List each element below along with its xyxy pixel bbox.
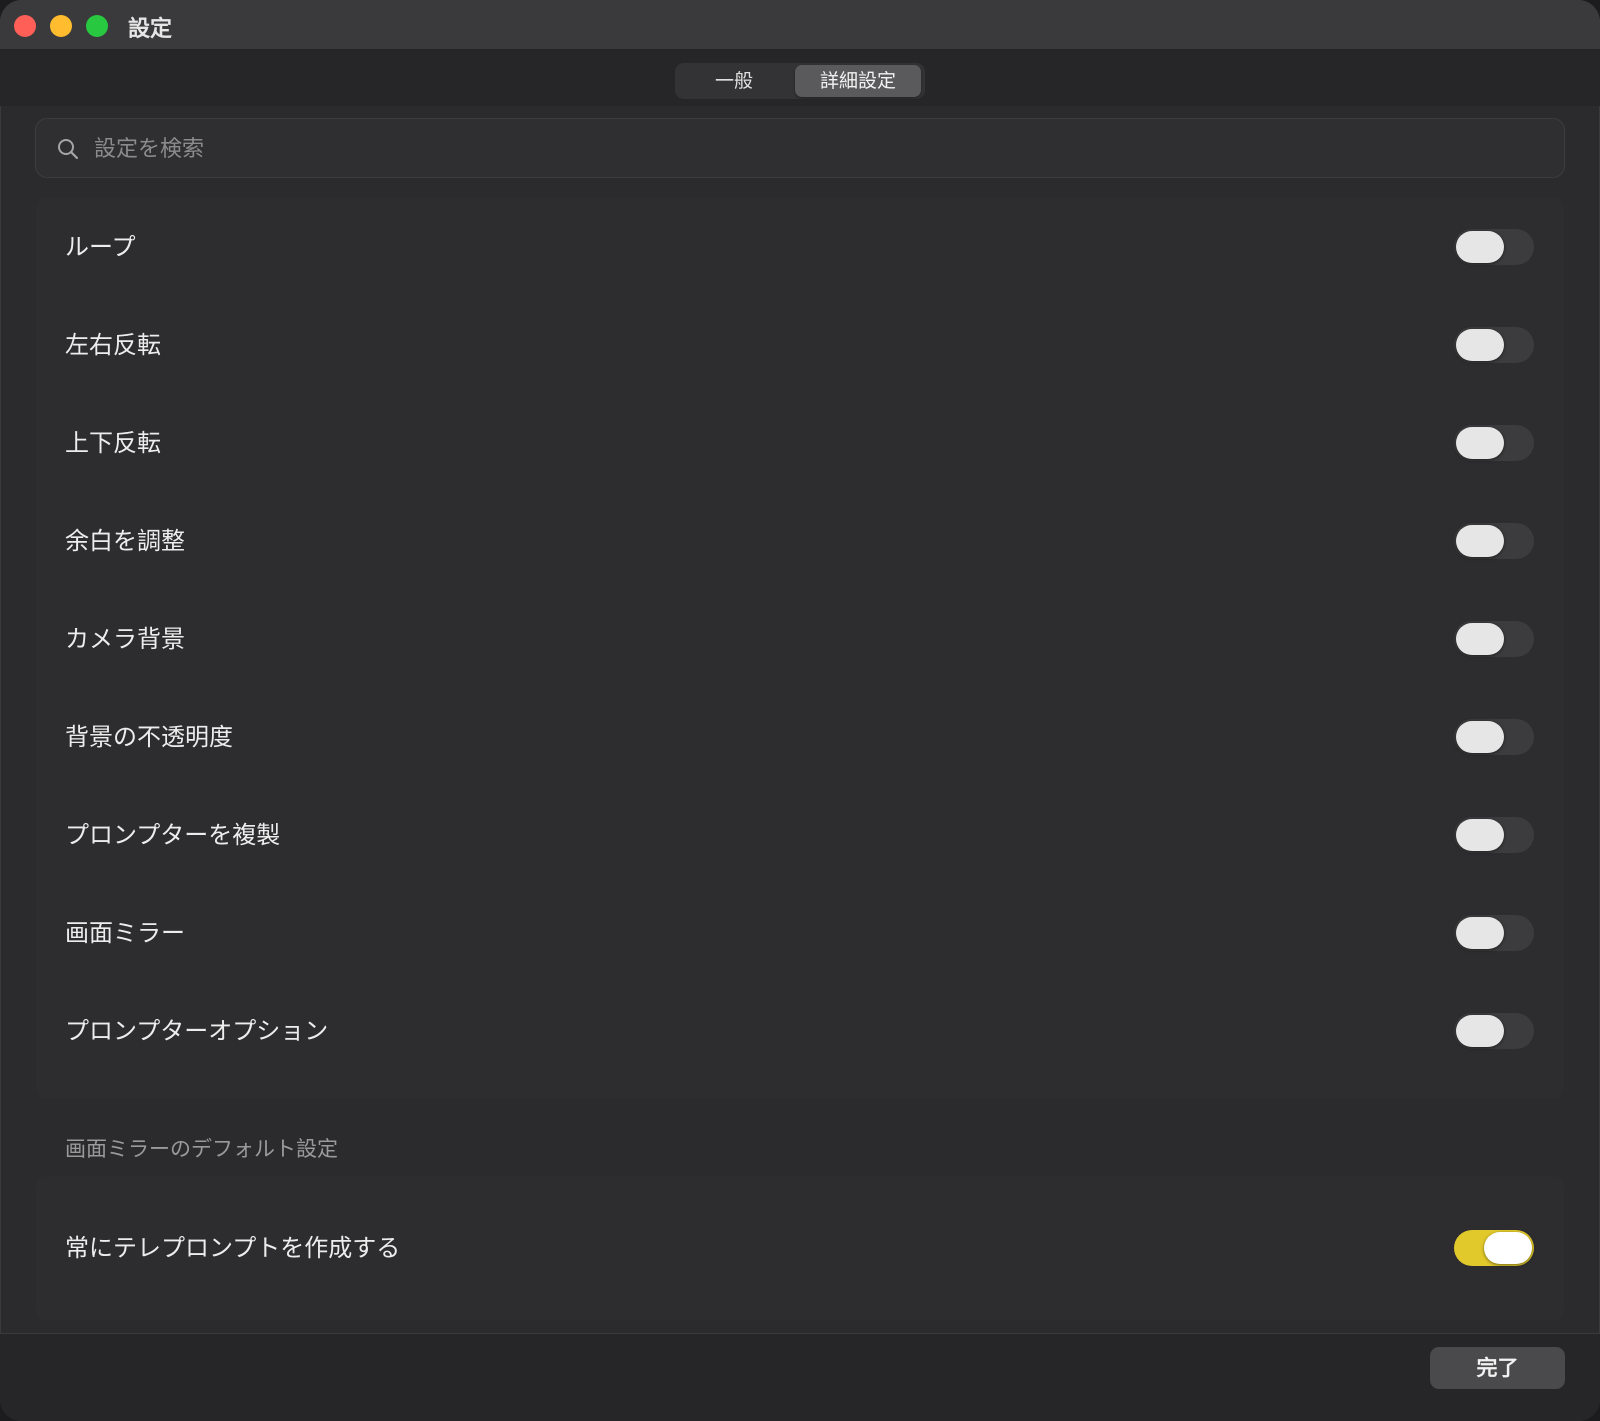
section-header-mirror-defaults: 画面ミラーのデフォルト設定	[65, 1137, 338, 1161]
toggle-knob	[1456, 721, 1504, 753]
setting-row-screen-mirror: 画面ミラー	[36, 884, 1564, 982]
screen-mirror-toggle[interactable]	[1454, 915, 1534, 951]
setting-label: カメラ背景	[65, 625, 185, 653]
search-input[interactable]	[92, 127, 1536, 171]
toggle-knob	[1484, 1232, 1532, 1264]
setting-label: 左右反転	[65, 331, 161, 359]
title-bar: 設定	[0, 0, 1600, 50]
setting-row-always-create-teleprompt: 常にテレプロンプトを作成する	[36, 1199, 1564, 1297]
prompter-options-toggle[interactable]	[1454, 1013, 1534, 1049]
setting-label: 常にテレプロンプトを作成する	[65, 1234, 401, 1262]
setting-row-flip-horizontal: 左右反転	[36, 296, 1564, 394]
flip-horizontal-toggle[interactable]	[1454, 327, 1534, 363]
close-window-button[interactable]	[14, 15, 36, 37]
adjust-margins-toggle[interactable]	[1454, 523, 1534, 559]
setting-label: 背景の不透明度	[65, 723, 233, 751]
minimize-window-button[interactable]	[50, 15, 72, 37]
setting-label: ループ	[65, 233, 136, 261]
flip-vertical-toggle[interactable]	[1454, 425, 1534, 461]
search-field[interactable]	[35, 118, 1565, 178]
setting-row-duplicate-prompter: プロンプターを複製	[36, 786, 1564, 884]
setting-label: 画面ミラー	[65, 919, 185, 947]
toggle-knob	[1456, 819, 1504, 851]
toggle-knob	[1456, 623, 1504, 655]
setting-label: プロンプターを複製	[65, 821, 281, 849]
done-button[interactable]: 完了	[1430, 1347, 1565, 1389]
tab-advanced[interactable]: 詳細設定	[795, 65, 921, 97]
setting-label: プロンプターオプション	[65, 1017, 329, 1045]
setting-label: 上下反転	[65, 429, 161, 457]
setting-row-loop: ループ	[36, 198, 1564, 296]
setting-row-background-opacity: 背景の不透明度	[36, 688, 1564, 786]
mirror-defaults-group: 常にテレプロンプトを作成する	[36, 1176, 1564, 1320]
search-icon	[56, 137, 80, 161]
setting-row-flip-vertical: 上下反転	[36, 394, 1564, 492]
setting-row-camera-background: カメラ背景	[36, 590, 1564, 688]
window-title: 設定	[128, 17, 173, 42]
always-create-teleprompt-toggle[interactable]	[1454, 1230, 1534, 1266]
setting-row-adjust-margins: 余白を調整	[36, 492, 1564, 590]
toggle-knob	[1456, 1015, 1504, 1047]
toggle-knob	[1456, 525, 1504, 557]
background-opacity-toggle[interactable]	[1454, 719, 1534, 755]
toggle-knob	[1456, 329, 1504, 361]
settings-window: 設定 一般 詳細設定 ループ 左右反転 上下反転 余白を調整	[0, 0, 1600, 1421]
toggle-knob	[1456, 427, 1504, 459]
toggle-knob	[1456, 231, 1504, 263]
maximize-window-button[interactable]	[86, 15, 108, 37]
duplicate-prompter-toggle[interactable]	[1454, 817, 1534, 853]
loop-toggle[interactable]	[1454, 229, 1534, 265]
settings-group: ループ 左右反転 上下反転 余白を調整 カメラ背景 背景の不透明度 プロンプター…	[36, 198, 1564, 1098]
tab-general[interactable]: 一般	[679, 65, 789, 97]
toggle-knob	[1456, 917, 1504, 949]
setting-row-prompter-options: プロンプターオプション	[36, 982, 1564, 1080]
tab-bar: 一般 詳細設定	[675, 63, 925, 99]
camera-background-toggle[interactable]	[1454, 621, 1534, 657]
setting-label: 余白を調整	[65, 527, 185, 555]
footer-bar	[0, 1334, 1600, 1421]
